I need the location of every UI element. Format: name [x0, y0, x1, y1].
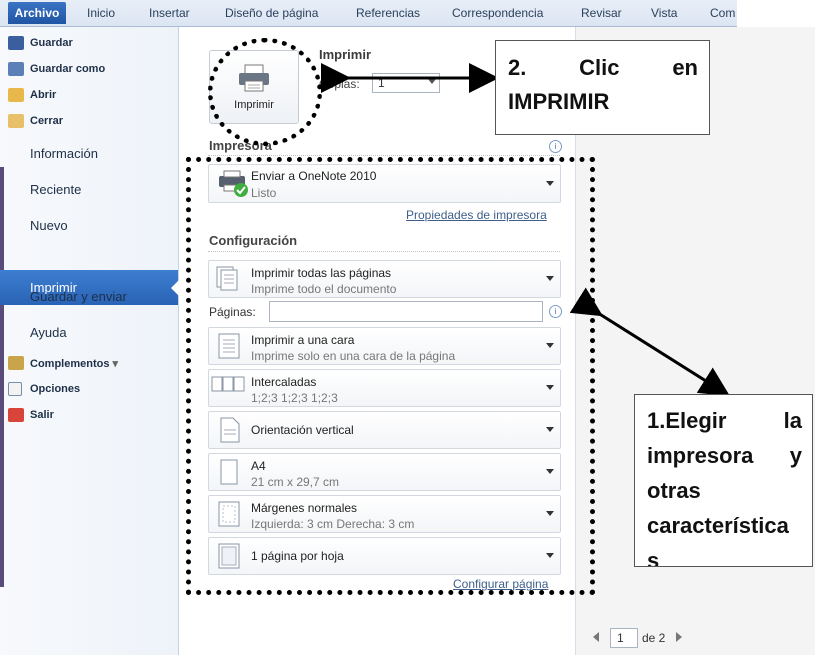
sidebar-item-label: Opciones — [30, 383, 81, 395]
page-number-value: 1 — [617, 631, 624, 645]
sidebar-item-label: Cerrar — [30, 115, 64, 127]
tab-diseno-de-pagina[interactable]: Diseño de página — [225, 6, 318, 20]
sidebar-item-guardar-y-enviar[interactable]: Guardar y enviar — [30, 289, 127, 304]
sidebar-item-label: Abrir — [30, 89, 57, 101]
sidebar-item-nuevo[interactable]: Nuevo — [30, 218, 68, 233]
backstage-sidebar: Guardar Guardar como Abrir Cerrar Inform… — [0, 27, 179, 655]
highlight-box — [186, 157, 595, 595]
tab-referencias[interactable]: Referencias — [356, 6, 420, 20]
callout-step-2: 2. Clic en IMPRIMIR — [495, 40, 710, 135]
tab-inicio[interactable]: Inicio — [87, 6, 115, 20]
copies-spinner[interactable]: 1 — [372, 73, 440, 93]
tab-archivo[interactable]: Archivo — [8, 2, 66, 24]
sidebar-item-complementos[interactable]: Complementos ▾ — [8, 356, 119, 370]
sidebar-edge — [0, 167, 4, 587]
page-number-input[interactable]: 1 — [610, 628, 638, 648]
open-folder-icon — [8, 88, 24, 102]
sidebar-item-label: Complementos — [30, 358, 110, 370]
tab-correspondencia[interactable]: Correspondencia — [452, 6, 543, 20]
highlight-circle — [208, 38, 322, 146]
sidebar-item-label: Guardar — [30, 37, 73, 49]
chevron-down-icon: ▾ — [112, 358, 119, 370]
sidebar-item-guardar-como[interactable]: Guardar como — [8, 62, 106, 76]
next-page-icon[interactable] — [676, 632, 682, 642]
previous-page-icon[interactable] — [593, 632, 599, 642]
copies-label: Copias: — [319, 77, 360, 91]
info-icon[interactable]: i — [549, 140, 562, 153]
print-title: Imprimir — [319, 47, 372, 62]
close-folder-icon — [8, 114, 24, 128]
tab-complementos-truncated[interactable]: Com — [710, 6, 735, 20]
ribbon-tabs: Archivo Inicio Insertar Diseño de página… — [0, 0, 737, 27]
callout-step-1: 1.Elegir la impresora y otras caracterís… — [634, 394, 813, 567]
save-as-icon — [8, 62, 24, 76]
chevron-down-icon — [428, 79, 436, 84]
copies-value: 1 — [378, 76, 385, 90]
save-icon — [8, 36, 24, 50]
sidebar-item-ayuda[interactable]: Ayuda — [30, 325, 67, 340]
sidebar-item-opciones[interactable]: Opciones — [8, 382, 81, 396]
sidebar-item-cerrar[interactable]: Cerrar — [8, 114, 64, 128]
callout-text: 2. Clic en IMPRIMIR — [508, 55, 698, 114]
tab-insertar[interactable]: Insertar — [149, 6, 190, 20]
options-icon — [8, 382, 22, 396]
tab-revisar[interactable]: Revisar — [581, 6, 622, 20]
section-divider — [208, 155, 560, 156]
callout-text: 1.Elegir la impresora y otras caracterís… — [647, 408, 802, 567]
sidebar-item-label: Salir — [30, 409, 54, 421]
sidebar-item-informacion[interactable]: Información — [30, 146, 98, 161]
addins-icon — [8, 356, 24, 370]
sidebar-item-guardar[interactable]: Guardar — [8, 36, 73, 50]
tab-vista[interactable]: Vista — [651, 6, 677, 20]
sidebar-item-label: Guardar como — [30, 63, 106, 75]
sidebar-item-reciente[interactable]: Reciente — [30, 182, 81, 197]
sidebar-item-abrir[interactable]: Abrir — [8, 88, 57, 102]
selected-pointer — [171, 280, 179, 296]
sidebar-item-salir[interactable]: Salir — [8, 408, 54, 422]
exit-icon — [8, 408, 24, 422]
page-count-label: de 2 — [642, 631, 666, 645]
